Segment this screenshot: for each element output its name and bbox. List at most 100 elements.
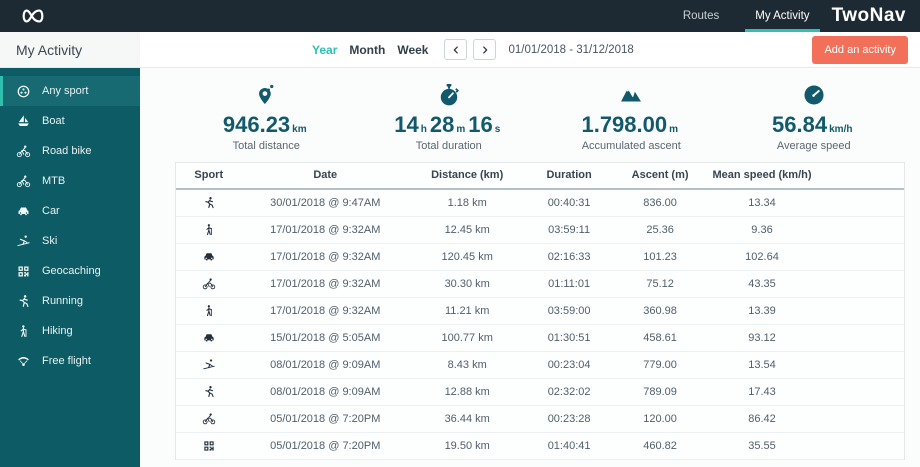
anysport-icon [16,84,31,99]
table-row[interactable]: 30/01/2018 @ 9:47AM 1.18 km 00:40:31 836.00… [176,190,904,217]
prev-period-button[interactable] [444,39,468,60]
main-area: Year Month Week 01/01/2018 - 31/12/2018 Ad… [140,32,920,467]
table-row[interactable]: 15/01/2018 @ 5:05AM 100.77 km 01:30:51 458.… [176,325,904,352]
sidebar-item-hiking[interactable]: Hiking [0,316,140,346]
cell-ascent: 789.09 [643,385,677,398]
cell-duration: 02:16:33 [547,250,591,263]
boat-icon [16,114,31,129]
hiking-icon [202,223,216,237]
stat-accumulated-ascent: 1.798.00 m Accumulated ascent [540,82,723,152]
sidebar-item-ski[interactable]: Ski [0,226,140,256]
geocaching-icon [15,263,31,279]
table-row[interactable]: 17/01/2018 @ 9:32AM 30.30 km 01:11:01 75.12… [176,271,904,298]
sidebar-item-car[interactable]: Car [0,196,140,226]
brand-wordmark[interactable]: TwoNav [832,5,906,27]
cell-duration: 00:23:28 [547,412,591,425]
sidebar-item-road-bike[interactable]: Road bike [0,136,140,166]
cell-ascent: 836.00 [643,196,677,209]
cell-sport [176,331,242,345]
cell-duration: 00:23:04 [547,358,591,371]
period-option-month[interactable]: Month [349,43,385,57]
stat-number: 946.23 [222,112,291,137]
pin-icon [175,82,358,113]
stat-number: 16 [468,112,493,137]
ski-icon [15,233,31,249]
activities-table: Sport Date Distance (km) Duration Ascent (m)… [175,161,905,460]
cell-distance: 120.45 km [441,250,493,263]
sidebar-item-label: Running [42,295,83,307]
cell-duration: 03:59:00 [547,304,591,317]
table-row[interactable]: 08/01/2018 @ 9:09AM 12.88 km 02:32:02 789.0… [176,379,904,406]
car-icon [202,331,216,345]
sidebar-item-label: Ski [42,235,58,247]
cell-distance: 12.45 km [444,223,490,236]
sidebar-item-boat[interactable]: Boat [0,106,140,136]
column-header-mean-speed-km-h: Mean speed (km/h) [712,169,812,182]
bike-icon [202,412,216,426]
car-icon [15,203,31,219]
cell-distance: 19.50 km [444,439,490,452]
sidebar-item-any-sport[interactable]: Any sport [0,76,140,106]
bike-icon [16,144,31,159]
sidebar-item-free-flight[interactable]: Free flight [0,346,140,376]
table-row[interactable]: 17/01/2018 @ 9:32AM 12.45 km 03:59:11 25.36… [176,217,904,244]
geocaching-icon [202,439,216,453]
cell-mean-speed: 9.36 [751,223,773,236]
sidebar-item-running[interactable]: Running [0,286,140,316]
cell-duration: 00:40:31 [547,196,591,209]
cell-duration: 01:30:51 [547,331,591,344]
cell-mean-speed: 13.39 [748,304,776,317]
mountain-icon [540,82,723,113]
cell-distance: 11.21 km [444,304,490,317]
cell-sport [176,250,242,264]
next-period-button[interactable] [473,39,497,60]
cell-ascent: 460.82 [643,439,677,452]
cell-date: 17/01/2018 @ 9:32AM [270,277,381,290]
stat-average-speed: 56.84 km/h Average speed [723,82,906,152]
ski-icon [202,358,216,372]
column-header-sport: Sport [194,169,224,182]
period-nav [444,39,497,60]
period-option-week[interactable]: Week [397,43,428,57]
table-row[interactable]: 08/01/2018 @ 9:09AM 8.43 km 00:23:04 779.00… [176,352,904,379]
cell-mean-speed: 13.34 [748,196,776,209]
cell-date: 17/01/2018 @ 9:32AM [270,304,381,317]
running-icon [202,385,216,399]
stat-unit: m [669,124,679,135]
period-selector: Year Month Week [312,43,428,57]
cell-sport [176,385,242,399]
cell-sport [176,358,242,372]
cell-date: 30/01/2018 @ 9:47AM [270,196,381,209]
add-activity-button[interactable]: Add an activity [812,35,908,64]
table-row[interactable]: 05/01/2018 @ 7:20PM 19.50 km 01:40:41 460.8… [176,433,904,460]
cell-sport [176,196,242,210]
table-row[interactable]: 05/01/2018 @ 7:20PM 36.44 km 00:23:28 120.0… [176,406,904,433]
anysport-icon [15,83,31,99]
twonav-logo-icon[interactable] [18,7,48,25]
period-option-year[interactable]: Year [312,43,337,57]
cell-duration: 01:11:01 [548,277,591,290]
stat-unit: m [456,124,466,135]
cell-mean-speed: 93.12 [748,331,776,344]
cell-mean-speed: 17.43 [748,385,776,398]
topnav-my-activity[interactable]: My Activity [737,0,827,32]
car-icon [16,204,31,219]
cell-sport [176,412,242,426]
sidebar-item-geocaching[interactable]: Geocaching [0,256,140,286]
cell-ascent: 779.00 [643,358,677,371]
stat-number: 1.798.00 [581,112,668,137]
bike-icon [15,173,31,189]
table-row[interactable]: 17/01/2018 @ 9:32AM 120.45 km 02:16:33 101.… [176,244,904,271]
stat-unit: km/h [829,124,853,135]
sidebar: My Activity Any sport Boat Road bike MTB Car… [0,32,140,467]
ski-icon [16,234,31,249]
running-icon [202,196,216,210]
cell-duration: 03:59:11 [548,223,591,236]
table-row[interactable]: 17/01/2018 @ 9:32AM 11.21 km 03:59:00 360.9… [176,298,904,325]
topnav-routes[interactable]: Routes [665,0,737,32]
sidebar-item-mtb[interactable]: MTB [0,166,140,196]
sidebar-item-label: Free flight [42,355,91,367]
page-title: My Activity [0,32,140,68]
chevron-right-icon [480,45,490,55]
cell-date: 17/01/2018 @ 9:32AM [270,223,381,236]
